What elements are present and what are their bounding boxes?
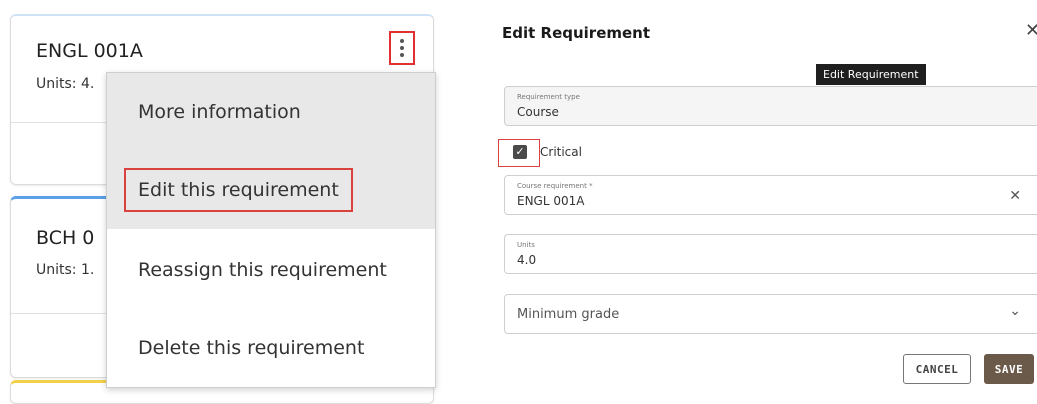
- menu-item-more-information[interactable]: More information: [107, 73, 435, 151]
- menu-item-delete-requirement[interactable]: Delete this requirement: [107, 309, 435, 387]
- card-units: Units: 1.: [36, 262, 95, 278]
- cancel-button[interactable]: CANCEL: [903, 354, 971, 384]
- requirement-type-field[interactable]: Requirement type Course: [504, 86, 1037, 126]
- kebab-dot: [400, 53, 404, 57]
- check-icon: ✓: [515, 145, 525, 158]
- critical-label: Critical: [540, 145, 582, 159]
- kebab-icon[interactable]: [389, 31, 415, 65]
- menu-item-label: Edit this requirement: [124, 168, 353, 212]
- field-value: Course: [517, 105, 559, 119]
- menu-item-label: Reassign this requirement: [138, 259, 387, 281]
- modal-title: Edit Requirement: [502, 24, 651, 42]
- clear-icon[interactable]: ✕: [1009, 188, 1021, 204]
- save-button[interactable]: SAVE: [984, 354, 1034, 384]
- requirement-context-menu: More information Edit this requirement R…: [106, 72, 436, 388]
- close-icon[interactable]: ✕: [1025, 20, 1037, 41]
- tooltip: Edit Requirement: [816, 64, 926, 85]
- minimum-grade-select[interactable]: Minimum grade ⌄: [504, 294, 1037, 334]
- field-value: 4.0: [517, 253, 537, 267]
- kebab-dot: [400, 46, 404, 50]
- menu-item-label: More information: [138, 101, 301, 123]
- units-field[interactable]: Units 4.0: [504, 234, 1037, 274]
- field-label: Units: [517, 241, 535, 249]
- critical-checkbox[interactable]: ✓: [513, 145, 527, 159]
- course-requirement-field[interactable]: Course requirement * ENGL 001A ✕: [504, 175, 1037, 215]
- field-label: Requirement type: [517, 93, 580, 101]
- field-value: ENGL 001A: [517, 194, 585, 208]
- kebab-dot: [400, 39, 404, 43]
- card-units: Units: 4.: [36, 76, 95, 92]
- field-placeholder: Minimum grade: [517, 307, 620, 322]
- menu-item-edit-requirement[interactable]: Edit this requirement: [107, 151, 435, 229]
- menu-item-reassign-requirement[interactable]: Reassign this requirement: [107, 231, 435, 309]
- card-course-code: ENGL 001A: [36, 40, 143, 62]
- field-label: Course requirement *: [517, 182, 593, 190]
- menu-item-label: Delete this requirement: [138, 337, 365, 359]
- card-course-code: BCH 0: [36, 227, 95, 249]
- chevron-down-icon: ⌄: [1009, 303, 1021, 319]
